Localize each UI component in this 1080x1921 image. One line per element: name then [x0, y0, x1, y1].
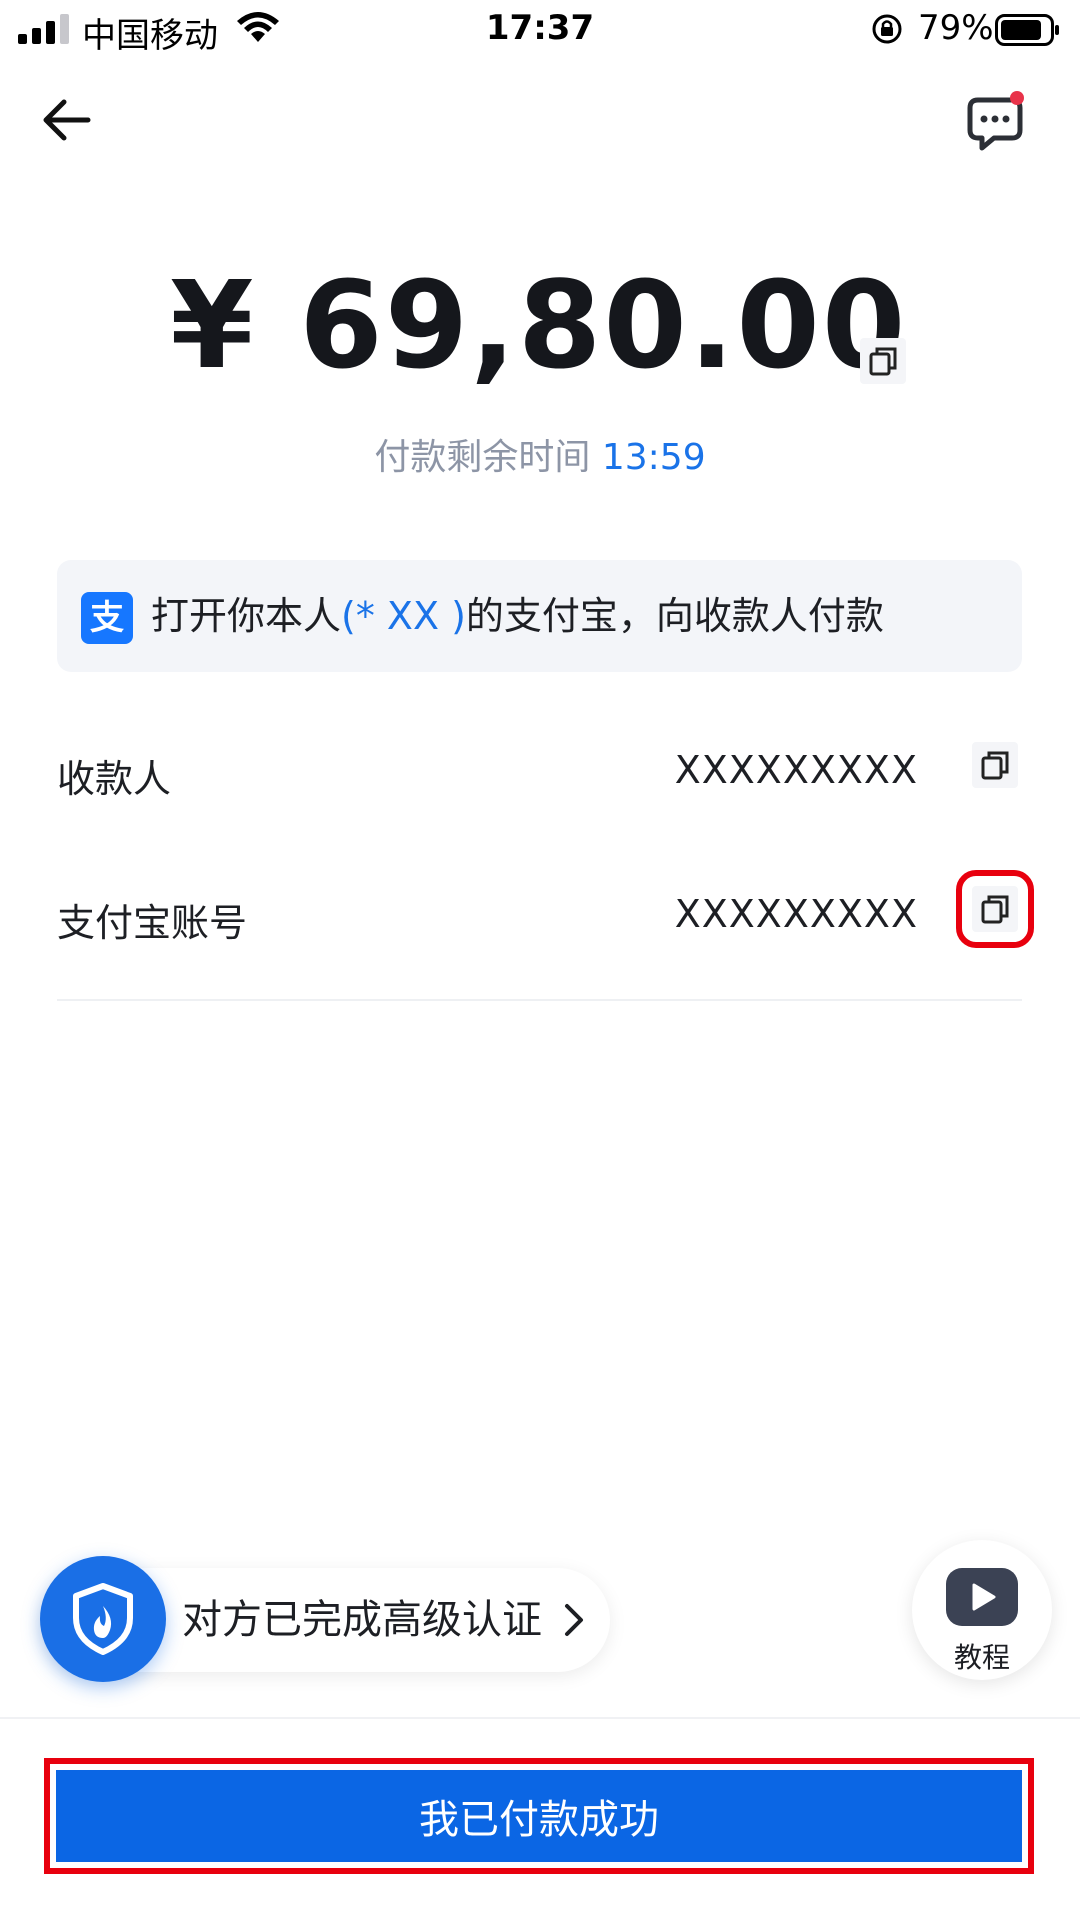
- tutorial-button[interactable]: 教程: [912, 1540, 1052, 1680]
- alipay-account-label: 支付宝账号: [57, 901, 248, 945]
- footer-divider: [0, 1717, 1080, 1719]
- status-bar: 中国移动 17:37 79%: [0, 0, 1080, 60]
- notice-name-highlight: (* XX ): [341, 594, 466, 638]
- notice-text: 打开你本人(* XX )的支付宝，向收款人付款: [151, 560, 884, 672]
- chat-button[interactable]: [960, 88, 1030, 158]
- payment-completed-button[interactable]: 我已付款成功: [56, 1770, 1022, 1862]
- timer-value: 13:59: [601, 437, 706, 478]
- payee-row: 收款人 XXXXXXXXX: [57, 730, 1022, 810]
- play-video-icon: [946, 1568, 1018, 1626]
- alipay-account-row: 支付宝账号 XXXXXXXXX: [57, 870, 1034, 954]
- copy-icon: [869, 347, 897, 376]
- alipay-icon: 支: [81, 592, 133, 644]
- tutorial-label: 教程: [953, 1641, 1010, 1674]
- battery-percent: 79%: [918, 8, 994, 48]
- payment-notice: 支 打开你本人(* XX )的支付宝，向收款人付款: [57, 560, 1022, 672]
- verification-text: 对方已完成高级认证: [182, 1597, 542, 1643]
- payment-amount: ¥ 69,80.00: [170, 257, 908, 396]
- alipay-account-value: XXXXXXXXX: [674, 892, 918, 936]
- payee-label: 收款人: [57, 757, 172, 801]
- back-button[interactable]: [38, 95, 98, 145]
- copy-icon: [981, 895, 1009, 924]
- chevron-right-icon: [565, 1604, 583, 1636]
- pay-button-highlight-frame: 我已付款成功: [44, 1758, 1034, 1874]
- battery-icon: [995, 14, 1059, 46]
- notification-dot: [1010, 91, 1024, 105]
- payee-value: XXXXXXXXX: [674, 748, 918, 792]
- shield-badge: [40, 1556, 166, 1682]
- copy-amount-button[interactable]: [860, 338, 906, 384]
- section-divider: [57, 999, 1022, 1001]
- timer-label: 付款剩余时间: [374, 437, 591, 478]
- payment-page: 中国移动 17:37 79% ¥ 69,80.00 付款剩余时间 13:59 支…: [0, 0, 1080, 1921]
- chat-bubble-icon: [967, 91, 1024, 151]
- payment-timer: 付款剩余时间 13:59: [0, 428, 1080, 480]
- arrow-left-icon: [43, 99, 91, 141]
- notice-text-before: 打开你本人: [151, 594, 342, 638]
- shield-icon: [73, 1583, 133, 1655]
- rotation-lock-icon: [872, 14, 902, 44]
- copy-alipay-account-button[interactable]: [956, 870, 1034, 948]
- verification-badge[interactable]: 对方已完成高级认证: [40, 1556, 610, 1682]
- copy-payee-button[interactable]: [972, 742, 1018, 788]
- notice-text-after: 的支付宝，向收款人付款: [465, 594, 884, 638]
- copy-icon: [981, 751, 1009, 780]
